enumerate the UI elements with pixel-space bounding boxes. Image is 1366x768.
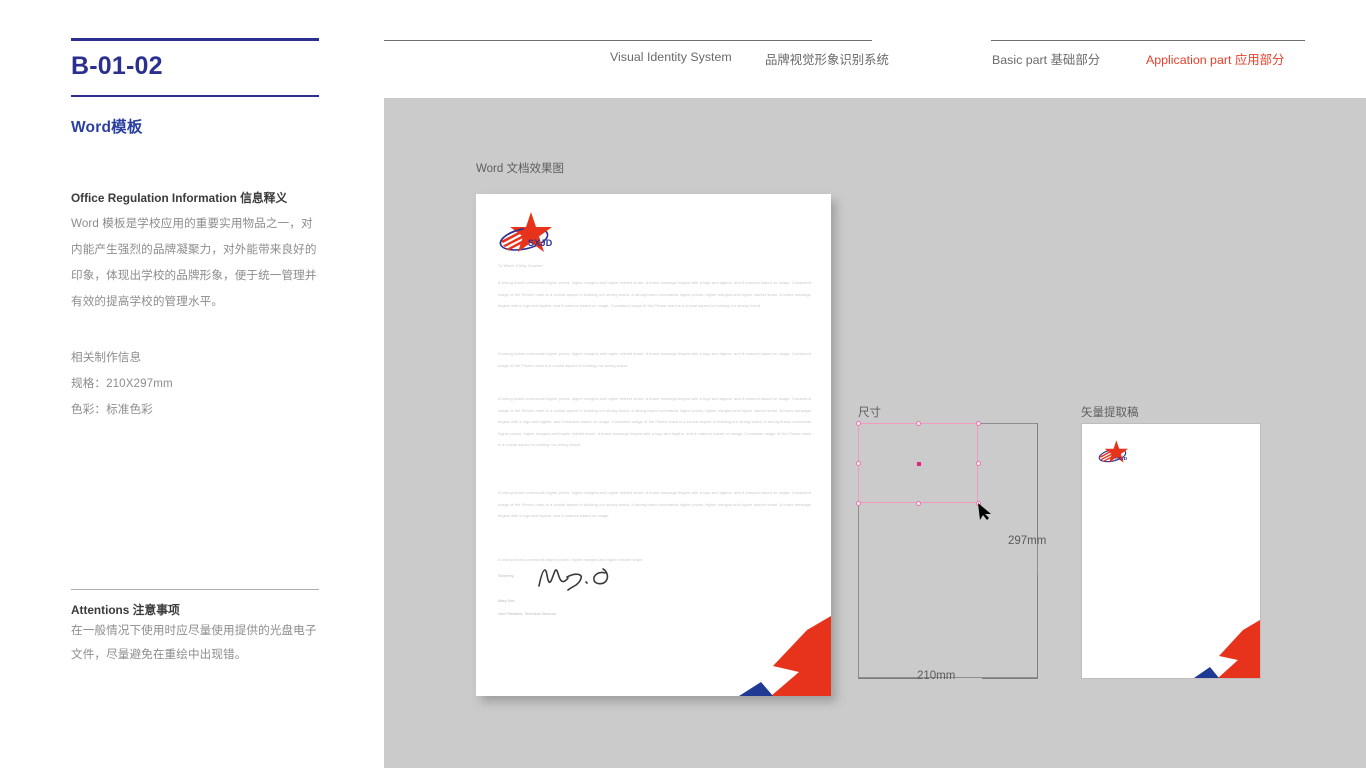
svg-text:SXJD: SXJD [1115,456,1128,462]
selection-handle-sw[interactable] [856,501,861,506]
sidebar: B-01-02 Word模板 Office Regulation Informa… [71,0,321,768]
dimension-line-vertical-lower [1037,575,1038,679]
letter-signer-name: Mary Doe [498,599,515,603]
sxjd-logo-icon: SXJD [499,212,553,252]
handwritten-signature-icon [538,568,609,591]
sidebar-bottom-rule [71,589,319,591]
letter-paragraph: A strong brand commands higher prices, h… [498,396,811,448]
sidebar-mid-rule [71,95,319,97]
mouse-cursor-icon [978,503,991,520]
vi-manual-page: B-01-02 Word模板 Office Regulation Informa… [0,0,1366,768]
nav-application-part[interactable]: Application part 应用部分 [1146,50,1284,68]
sidebar-top-rule [71,38,319,41]
dimension-line-vertical-upper [1037,423,1038,541]
corner-graphic-decoration [739,616,831,696]
selection-rectangle[interactable] [856,421,981,506]
artboard-canvas: Word 文档效果图 尺寸 矢量提取稿 SXJD To Whom It May … [384,98,1366,768]
spec-section-body: 相关制作信息 规格：210X297mm 色彩：标准色彩 [71,351,173,416]
vector-artwork-panel: SXJD [1081,423,1261,679]
letter-paragraph: A strong brand commands higher prices, h… [498,351,811,368]
selection-handle-n[interactable] [916,421,921,426]
dimension-panel: 297mm 210mm [856,421,1046,682]
selection-center-point [917,462,921,466]
selection-handle-ne[interactable] [976,421,981,426]
caption-vector-artwork: 矢量提取稿 [1081,407,1139,419]
sxjd-logo-icon: SXJD [1098,440,1129,463]
svg-text:SXJD: SXJD [528,238,553,248]
attentions-body: 在一般情况下使用时应尽量使用提供的光盘电子文件，尽量避免在重绘中出现错。 [71,624,317,662]
header-rule-right [991,40,1305,42]
info-section-body: Word 模板是学校应用的重要实用物品之一，对内能产生强烈的品牌凝聚力，对外能带… [71,217,317,308]
letter-paragraph: A strong brand commands higher prices, h… [498,280,811,309]
letter-paragraph: A strong brand commands higher prices, h… [498,490,811,519]
attentions-heading: Attentions 注意事项 [71,603,180,617]
letter-closing: Sincerely, [498,574,515,578]
caption-dimensions: 尺寸 [858,407,881,419]
selection-handle-nw[interactable] [856,421,861,426]
selection-handle-w[interactable] [856,461,861,466]
selection-handle-e[interactable] [976,461,981,466]
dimension-height-label: 297mm [1008,535,1047,547]
letterhead-mockup: SXJD To Whom It May Concern: A strong br… [476,194,831,696]
selection-handle-s[interactable] [916,501,921,506]
caption-word-mockup: Word 文档效果图 [476,163,564,175]
page-subtitle: Word模板 [71,119,143,136]
header-vis-cn: 品牌视觉形象识别系统 [765,53,889,67]
dimension-width-label: 210mm [917,670,956,682]
letter-salutation: To Whom It May Concern: [498,264,544,268]
corner-graphic-decoration [1194,620,1260,678]
page-code-title: B-01-02 [71,52,163,80]
dimension-line-horizontal-left [858,678,918,679]
letter-signer-role: Vice President, Technical Services [498,612,556,616]
header-vis-en: Visual Identity System [610,50,732,64]
dimension-line-horizontal-right [982,678,1038,679]
header-rule-left [384,40,872,42]
info-section-heading: Office Regulation Information 信息释义 [71,191,288,205]
nav-basic-part[interactable]: Basic part 基础部分 [992,50,1100,68]
